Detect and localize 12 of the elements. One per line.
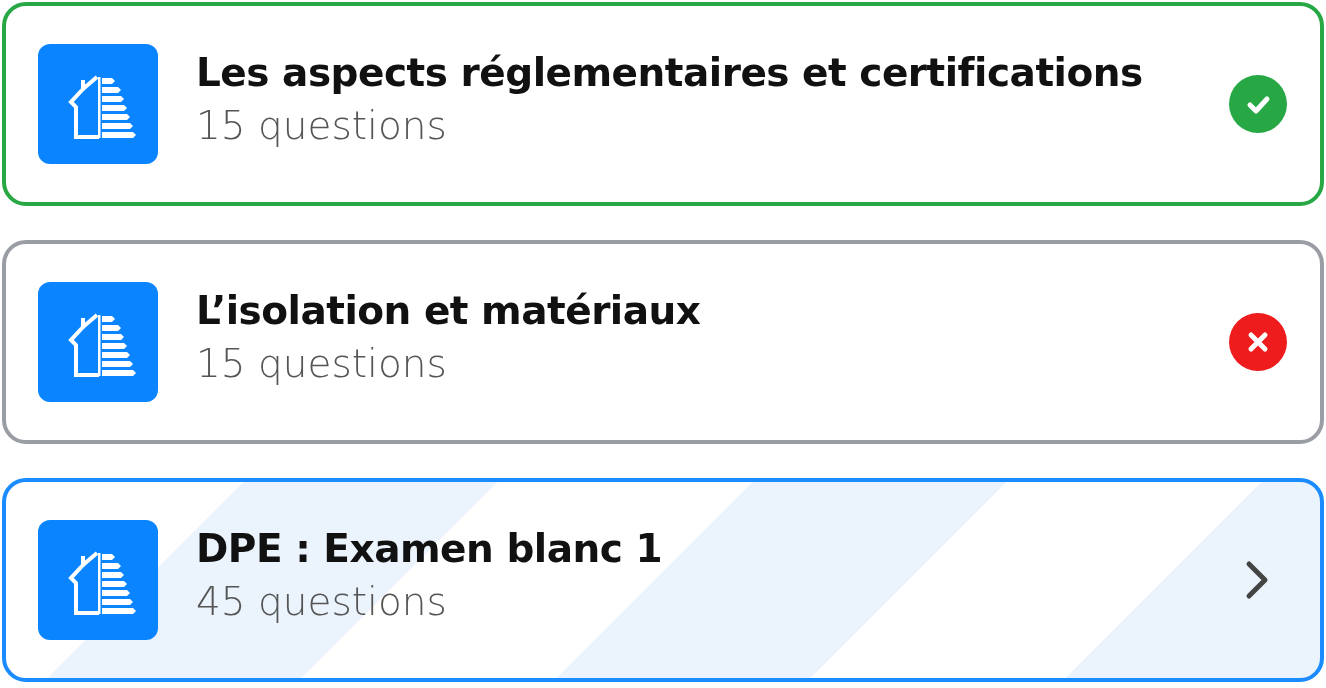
quiz-card[interactable]: DPE : Examen blanc 1 45 questions bbox=[2, 478, 1324, 682]
question-count: 45 questions bbox=[196, 579, 448, 624]
house-energy-icon bbox=[38, 282, 158, 402]
quiz-title: L’isolation et matériaux bbox=[196, 288, 702, 333]
quiz-title: DPE : Examen blanc 1 bbox=[196, 526, 664, 571]
question-count: 15 questions bbox=[196, 341, 448, 386]
quiz-card[interactable]: Les aspects réglementaires et certifications 15 questions bbox=[2, 2, 1324, 206]
quiz-card[interactable]: L’isolation et matériaux 15 questions bbox=[2, 240, 1324, 444]
house-energy-icon bbox=[38, 44, 158, 164]
question-count: 15 questions bbox=[196, 103, 448, 148]
house-energy-icon bbox=[38, 520, 158, 640]
quiz-title: Les aspects réglementaires et certifications bbox=[196, 50, 1144, 95]
